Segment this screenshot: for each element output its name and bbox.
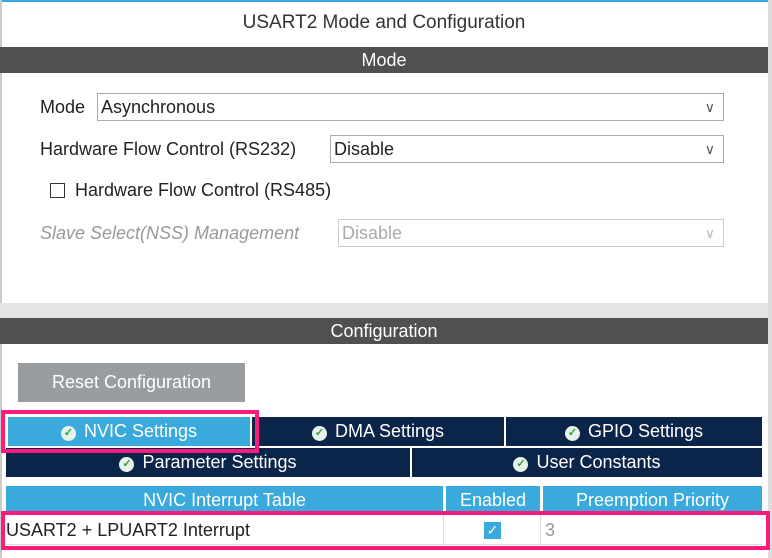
hfc485-label: Hardware Flow Control (RS485) <box>75 180 332 200</box>
tab-label: Parameter Settings <box>142 452 297 472</box>
left-border <box>0 0 2 558</box>
hfc232-label: Hardware Flow Control (RS232) <box>40 139 297 159</box>
tab-dma-settings[interactable]: ✓ DMA Settings <box>252 417 506 446</box>
tab-label: User Constants <box>536 452 661 472</box>
nss-label: Slave Select(NSS) Management <box>40 223 300 243</box>
column-header-enabled[interactable]: Enabled <box>446 486 540 514</box>
mode-header: Mode <box>0 47 768 73</box>
mode-label: Mode <box>40 97 86 117</box>
check-circle-icon: ✓ <box>513 457 529 472</box>
nss-value: Disable <box>342 223 403 243</box>
configuration-header: Configuration <box>0 318 768 344</box>
highlight-nvic-tab <box>1 410 259 453</box>
check-circle-icon: ✓ <box>119 457 135 472</box>
panel-title: USART2 Mode and Configuration <box>242 12 526 33</box>
nss-select: Disable ∨ <box>338 219 724 247</box>
chevron-down-icon: ∨ <box>704 141 715 157</box>
column-header-priority[interactable]: Preemption Priority <box>543 486 762 514</box>
tab-gpio-settings[interactable]: ✓ GPIO Settings <box>506 417 762 446</box>
hfc232-value: Disable <box>334 139 395 159</box>
column-header-interrupt[interactable]: NVIC Interrupt Table <box>6 486 443 514</box>
mode-value: Asynchronous <box>101 97 216 117</box>
mode-select[interactable]: Asynchronous ∨ <box>97 93 724 121</box>
tab-label: DMA Settings <box>334 421 445 441</box>
tab-label: GPIO Settings <box>587 421 704 441</box>
chevron-down-icon: ∨ <box>704 99 715 115</box>
tab-user-constants[interactable]: ✓ User Constants <box>412 448 762 477</box>
check-circle-icon: ✓ <box>311 426 327 441</box>
scrollbar[interactable] <box>768 0 772 558</box>
hfc232-select[interactable]: Disable ∨ <box>330 135 724 163</box>
check-circle-icon: ✓ <box>564 426 580 441</box>
hfc485-checkbox[interactable] <box>50 183 65 198</box>
chevron-down-icon: ∨ <box>704 225 715 241</box>
highlight-interrupt-row <box>1 511 770 550</box>
reset-configuration-button[interactable]: Reset Configuration <box>18 363 245 402</box>
top-border <box>0 0 772 2</box>
splitter[interactable] <box>0 303 768 318</box>
